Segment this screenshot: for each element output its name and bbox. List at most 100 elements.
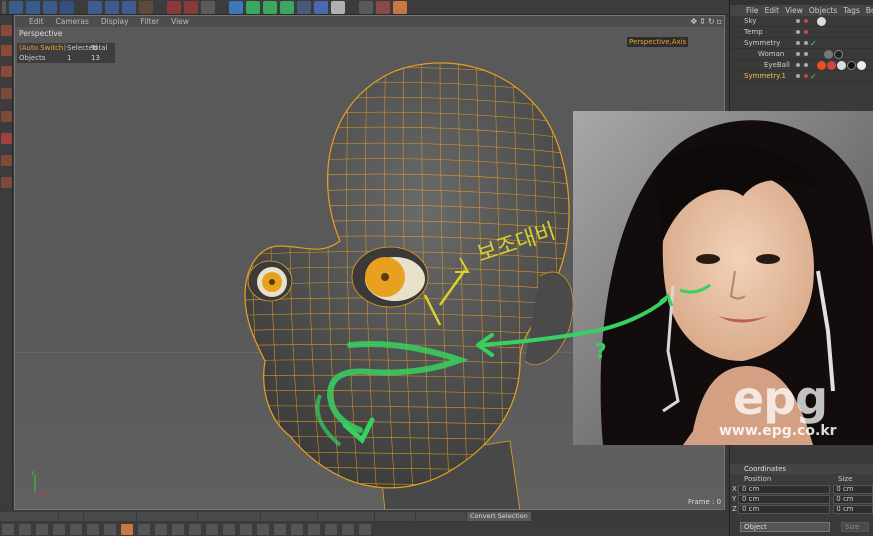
object-row-temp[interactable]: Temp [730, 27, 873, 38]
command-slot[interactable] [59, 511, 83, 521]
material-tag-red-icon[interactable] [827, 60, 836, 70]
lasso-select-icon[interactable] [19, 523, 31, 535]
rotate-tool-icon[interactable] [43, 0, 57, 14]
scene-icon[interactable] [297, 0, 311, 14]
render-settings-icon[interactable] [201, 0, 215, 14]
iron-tool-icon[interactable] [308, 523, 320, 535]
render-picture-icon[interactable] [184, 0, 198, 14]
viewport-menu-cameras[interactable]: Cameras [56, 17, 89, 26]
smooth-shift-icon[interactable] [172, 523, 184, 535]
enabled-check-icon[interactable]: ✓ [810, 72, 817, 81]
deformer-icon[interactable] [280, 0, 294, 14]
world-coords-icon[interactable] [139, 0, 153, 14]
object-row-sky[interactable]: Sky [730, 16, 873, 27]
scale-tool-icon[interactable] [26, 0, 40, 14]
normal-scale-icon[interactable] [223, 523, 235, 535]
command-slot[interactable] [84, 511, 136, 521]
normal-rotate-icon[interactable] [240, 523, 252, 535]
object-row-woman[interactable]: Woman [730, 49, 873, 60]
command-slot[interactable] [0, 511, 58, 521]
make-editable-icon[interactable] [1, 25, 12, 36]
command-slot[interactable] [375, 511, 415, 521]
edges-tool-icon[interactable] [1, 111, 12, 122]
extrude-tool-icon[interactable] [121, 523, 133, 535]
move-view-icon[interactable]: ✥ [690, 17, 697, 26]
om-menu-file[interactable]: File [746, 6, 759, 15]
object-tool-icon[interactable] [1, 45, 12, 56]
render-dot-icon[interactable] [804, 30, 808, 34]
knife-tool-icon[interactable] [36, 523, 48, 535]
visibility-dot-icon[interactable] [796, 19, 800, 23]
cube-icon[interactable] [229, 0, 243, 14]
render-view-icon[interactable] [167, 0, 181, 14]
render-dot-icon[interactable] [804, 41, 808, 45]
visibility-dot-icon[interactable] [796, 63, 800, 67]
command-slot[interactable] [318, 511, 374, 521]
rotate-view-icon[interactable]: ↻ [708, 17, 715, 26]
om-menu-view[interactable]: View [785, 6, 803, 15]
om-menu-tags[interactable]: Tags [843, 6, 860, 15]
command-slot[interactable] [137, 511, 197, 521]
convert-selection-button[interactable]: Convert Selection [467, 511, 531, 521]
command-slot[interactable] [416, 511, 466, 521]
live-select-icon[interactable] [60, 0, 74, 14]
position-y-field[interactable]: 0 cm [737, 494, 831, 504]
bevel-tool-icon[interactable] [138, 523, 150, 535]
array-icon[interactable] [263, 0, 277, 14]
x-axis-icon[interactable] [88, 0, 102, 14]
model-tool-icon[interactable] [1, 155, 12, 166]
visibility-dot-icon[interactable] [796, 41, 800, 45]
cursor-icon[interactable] [359, 0, 373, 14]
size-x-field[interactable]: 0 cm [833, 484, 873, 494]
material-tag-orange-icon[interactable] [817, 60, 826, 70]
size-y-field[interactable]: 0 cm [833, 494, 873, 504]
position-z-field[interactable]: 0 cm [737, 504, 831, 514]
grid-icon[interactable] [376, 0, 390, 14]
light-icon[interactable] [331, 0, 345, 14]
extrude-inner-icon[interactable] [155, 523, 167, 535]
polygons-tool-icon[interactable] [1, 133, 12, 144]
matrix-extrude-icon[interactable] [189, 523, 201, 535]
triangulate-tool-icon[interactable] [342, 523, 354, 535]
bridge-tool-icon[interactable] [53, 523, 65, 535]
visibility-dot-icon[interactable] [796, 52, 800, 56]
nurbs-icon[interactable] [246, 0, 260, 14]
command-slot[interactable] [261, 511, 317, 521]
slide-tool-icon[interactable] [257, 523, 269, 535]
stitch-tool-icon[interactable] [274, 523, 286, 535]
render-dot-icon[interactable] [804, 19, 808, 23]
object-row-eyeball[interactable]: EyeBall [730, 60, 873, 71]
optimize-tool-icon[interactable] [359, 523, 371, 535]
camera-icon[interactable] [314, 0, 328, 14]
size-z-field[interactable]: 0 cm [833, 504, 873, 514]
animation-tool-icon[interactable] [1, 177, 12, 188]
texture-tool-icon[interactable] [1, 66, 12, 77]
viewport-menu-view[interactable]: View [171, 17, 189, 26]
object-row-symmetry-1[interactable]: Symmetry.1 ✓ [730, 71, 873, 82]
phong-tag-icon[interactable] [824, 49, 833, 59]
enabled-check-icon[interactable]: ✓ [810, 39, 817, 48]
material-tag-black-icon[interactable] [847, 60, 856, 70]
zoom-view-icon[interactable]: ⇕ [699, 17, 706, 26]
subdivide-tool-icon[interactable] [325, 523, 337, 535]
om-menu-bookmarks[interactable]: Bo [866, 6, 873, 15]
render-dot-icon[interactable] [804, 74, 808, 78]
render-dot-icon[interactable] [804, 52, 808, 56]
position-x-field[interactable]: 0 cm [737, 484, 831, 494]
normal-move-icon[interactable] [206, 523, 218, 535]
visibility-dot-icon[interactable] [796, 74, 800, 78]
maximize-view-icon[interactable]: ▫ [717, 17, 722, 26]
viewport-menu-display[interactable]: Display [101, 17, 129, 26]
material-tag-white-icon[interactable] [837, 60, 846, 70]
object-row-symmetry[interactable]: Symmetry ✓ [730, 38, 873, 49]
visibility-dot-icon[interactable] [796, 30, 800, 34]
viewport-menu-filter[interactable]: Filter [141, 17, 160, 26]
move-tool-icon[interactable] [9, 0, 23, 14]
head-mesh[interactable] [220, 41, 590, 510]
om-menu-edit[interactable]: Edit [765, 6, 780, 15]
render-dot-icon[interactable] [804, 63, 808, 67]
magnet-tool-icon[interactable] [87, 523, 99, 535]
snap-icon[interactable] [393, 0, 407, 14]
y-axis-icon[interactable] [105, 0, 119, 14]
z-axis-icon[interactable] [122, 0, 136, 14]
